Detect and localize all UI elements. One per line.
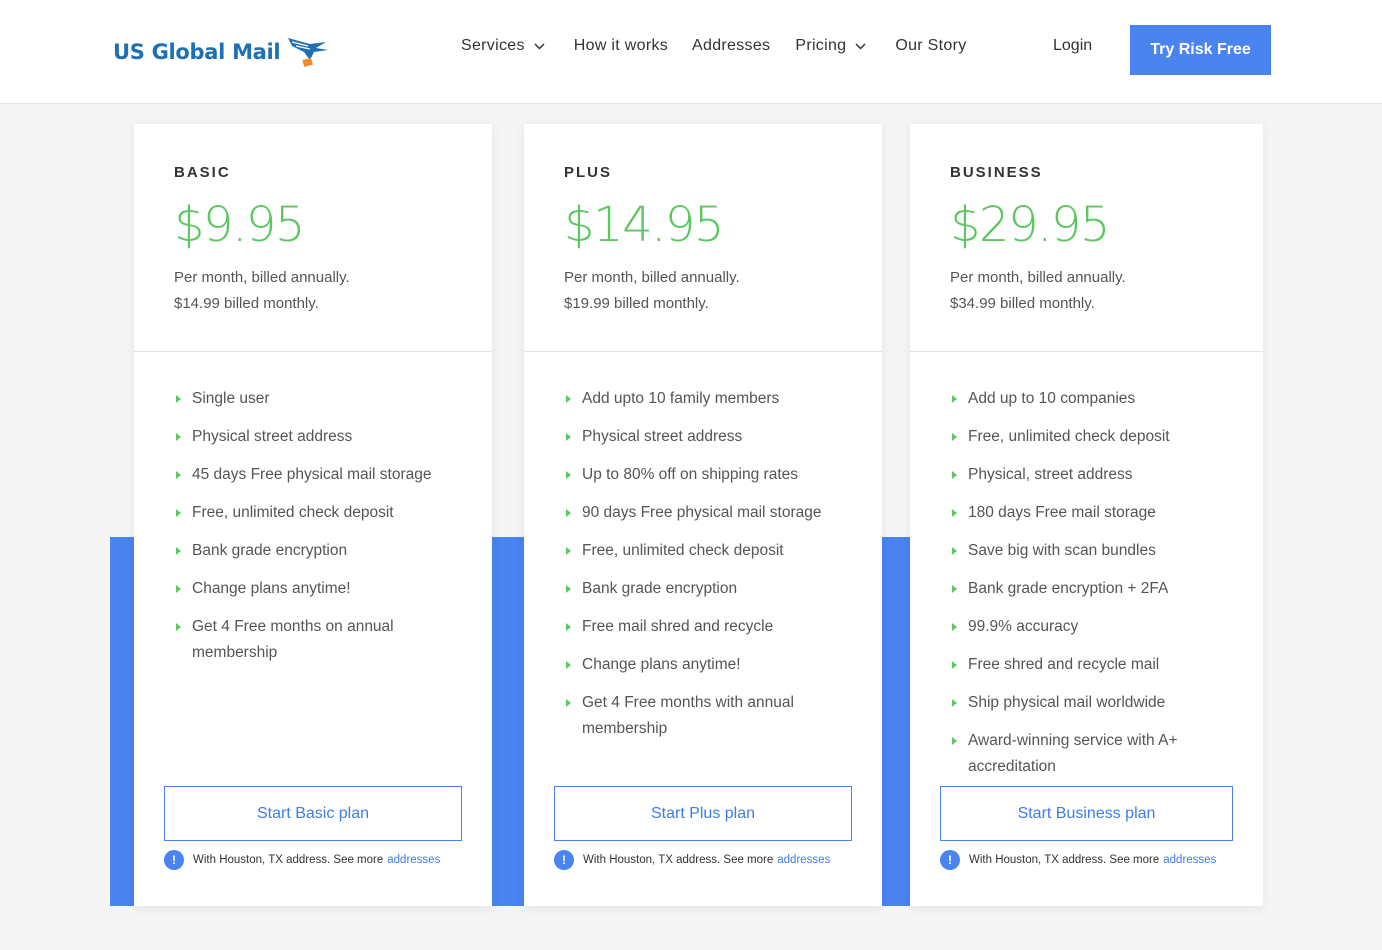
blue-band-left bbox=[110, 537, 134, 906]
logo[interactable]: US Global Mail bbox=[113, 32, 330, 72]
list-item: Change plans anytime! bbox=[564, 652, 852, 678]
list-item: Get 4 Free months with annual membership bbox=[564, 690, 852, 742]
plan-card-basic: BASIC $9.95 Per month, billed annually. … bbox=[134, 124, 492, 906]
list-item: 45 days Free physical mail storage bbox=[174, 462, 462, 488]
list-item: Get 4 Free months on annual membership bbox=[174, 614, 462, 666]
list-item: Physical street address bbox=[174, 424, 462, 450]
feature-list: Add up to 10 companies Free, unlimited c… bbox=[910, 352, 1263, 780]
nav-addresses[interactable]: Addresses bbox=[692, 37, 770, 55]
main-nav: Services How it works Addresses Pricing … bbox=[461, 37, 967, 55]
address-note: ! With Houston, TX address. See more add… bbox=[554, 850, 830, 870]
list-item: Add upto 10 family members bbox=[564, 386, 852, 412]
feature-list: Single user Physical street address 45 d… bbox=[134, 352, 492, 666]
note-text: With Houston, TX address. See more bbox=[193, 854, 384, 866]
list-item: 180 days Free mail storage bbox=[950, 500, 1233, 526]
list-item: Up to 80% off on shipping rates bbox=[564, 462, 852, 488]
list-item: Change plans anytime! bbox=[174, 576, 462, 602]
start-business-plan-button[interactable]: Start Business plan bbox=[940, 786, 1233, 841]
plan-price: $29.95 bbox=[950, 197, 1110, 253]
list-item: 99.9% accuracy bbox=[950, 614, 1233, 640]
plan-name: PLUS bbox=[564, 164, 613, 181]
list-item: Award-winning service with A+ accreditat… bbox=[950, 728, 1233, 780]
billing-annual: Per month, billed annually. bbox=[564, 269, 740, 286]
billing-monthly: $34.99 billed monthly. bbox=[950, 295, 1095, 312]
list-item: Add up to 10 companies bbox=[950, 386, 1233, 412]
login-link[interactable]: Login bbox=[1053, 37, 1092, 55]
site-header: US Global Mail Services How it works Add… bbox=[0, 0, 1382, 104]
plan-card-business: BUSINESS $29.95 Per month, billed annual… bbox=[910, 124, 1263, 906]
list-item: Free, unlimited check deposit bbox=[950, 424, 1233, 450]
list-item: Physical street address bbox=[564, 424, 852, 450]
list-item: Free, unlimited check deposit bbox=[564, 538, 852, 564]
start-basic-plan-button[interactable]: Start Basic plan bbox=[164, 786, 462, 841]
list-item: Single user bbox=[174, 386, 462, 412]
addresses-link[interactable]: addresses bbox=[1163, 854, 1216, 866]
plan-card-plus: PLUS $14.95 Per month, billed annually. … bbox=[524, 124, 882, 906]
address-note: ! With Houston, TX address. See more add… bbox=[164, 850, 440, 870]
addresses-link[interactable]: addresses bbox=[387, 854, 440, 866]
plan-billing: Per month, billed annually. $14.99 bille… bbox=[174, 265, 492, 317]
plan-header: BASIC $9.95 Per month, billed annually. … bbox=[134, 124, 492, 352]
addresses-link[interactable]: addresses bbox=[777, 854, 830, 866]
info-icon: ! bbox=[554, 850, 574, 870]
info-icon: ! bbox=[940, 850, 960, 870]
list-item: Free, unlimited check deposit bbox=[174, 500, 462, 526]
logo-text: US Global Mail bbox=[113, 40, 281, 64]
note-text: With Houston, TX address. See more bbox=[583, 854, 774, 866]
plan-price: $14.95 bbox=[564, 197, 724, 253]
billing-monthly: $19.99 billed monthly. bbox=[564, 295, 709, 312]
blue-band-middle-right bbox=[882, 537, 910, 906]
feature-list: Add upto 10 family members Physical stre… bbox=[524, 352, 882, 742]
eagle-logo-icon bbox=[288, 38, 329, 67]
nav-how-it-works[interactable]: How it works bbox=[574, 37, 668, 55]
plan-name: BUSINESS bbox=[950, 164, 1043, 181]
start-plus-plan-button[interactable]: Start Plus plan bbox=[554, 786, 852, 841]
list-item: Save big with scan bundles bbox=[950, 538, 1233, 564]
list-item: Bank grade encryption + 2FA bbox=[950, 576, 1233, 602]
nav-pricing[interactable]: Pricing bbox=[795, 37, 866, 55]
plan-header: PLUS $14.95 Per month, billed annually. … bbox=[524, 124, 882, 352]
billing-annual: Per month, billed annually. bbox=[174, 269, 350, 286]
blue-band-middle-left bbox=[492, 537, 524, 906]
billing-annual: Per month, billed annually. bbox=[950, 269, 1126, 286]
chevron-down-icon bbox=[855, 42, 866, 50]
try-risk-free-button[interactable]: Try Risk Free bbox=[1130, 25, 1271, 75]
list-item: Bank grade encryption bbox=[174, 538, 462, 564]
billing-monthly: $14.99 billed monthly. bbox=[174, 295, 319, 312]
plan-billing: Per month, billed annually. $19.99 bille… bbox=[564, 265, 882, 317]
plan-header: BUSINESS $29.95 Per month, billed annual… bbox=[910, 124, 1263, 352]
chevron-down-icon bbox=[534, 42, 545, 50]
list-item: Free mail shred and recycle bbox=[564, 614, 852, 640]
address-note: ! With Houston, TX address. See more add… bbox=[940, 850, 1216, 870]
note-text: With Houston, TX address. See more bbox=[969, 854, 1160, 866]
list-item: Ship physical mail worldwide bbox=[950, 690, 1233, 716]
nav-services[interactable]: Services bbox=[461, 37, 545, 55]
list-item: Bank grade encryption bbox=[564, 576, 852, 602]
plan-billing: Per month, billed annually. $34.99 bille… bbox=[950, 265, 1263, 317]
list-item: 90 days Free physical mail storage bbox=[564, 500, 852, 526]
list-item: Free shred and recycle mail bbox=[950, 652, 1233, 678]
nav-our-story[interactable]: Our Story bbox=[895, 37, 966, 55]
list-item: Physical, street address bbox=[950, 462, 1233, 488]
plan-price: $9.95 bbox=[174, 197, 305, 253]
plan-name: BASIC bbox=[174, 164, 231, 181]
info-icon: ! bbox=[164, 850, 184, 870]
